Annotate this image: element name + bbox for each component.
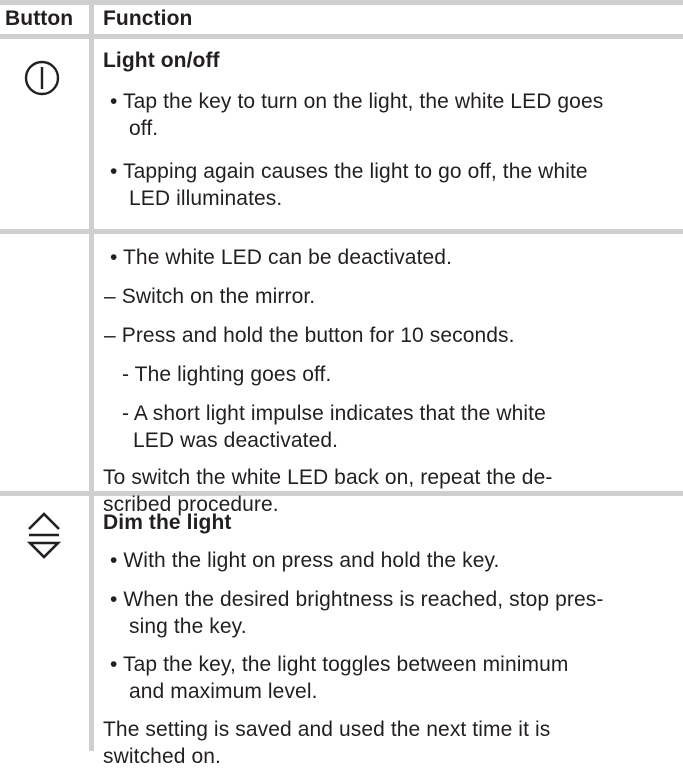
list-item: • Tap the key, the light toggles between…: [110, 653, 569, 676]
power-icon: [22, 58, 62, 103]
header-function: Function: [103, 7, 193, 30]
list-item: – Press and hold the button for 10 secon…: [104, 324, 515, 347]
row-rule-1: [0, 229, 683, 234]
column-divider: [89, 0, 94, 751]
header-button: Button: [5, 7, 74, 30]
list-item: • With the light on press and hold the k…: [110, 549, 500, 572]
list-item: To switch the white LED back on, repeat …: [103, 466, 553, 489]
row-title-light-on-off: Light on/off: [103, 49, 220, 72]
list-item: – Switch on the mirror.: [104, 285, 316, 308]
list-item: The setting is saved and used the next t…: [103, 718, 551, 741]
list-item: • The white LED can be deactivated.: [110, 246, 453, 269]
list-item: • When the desired brightness is reached…: [110, 588, 604, 611]
list-item: - The lighting goes off.: [122, 363, 332, 386]
list-item: LED was deactivated.: [133, 429, 339, 452]
list-item: LED illuminates.: [129, 187, 283, 210]
list-item: sing the key.: [129, 615, 247, 638]
list-item: - A short light impulse indicates that t…: [122, 402, 546, 425]
function-table: Button Function Light on/off • Tap the k…: [0, 0, 683, 768]
up-down-arrows-icon: [26, 510, 62, 567]
row-title-dim-the-light: Dim the light: [103, 511, 232, 534]
header-rule: [0, 34, 683, 39]
list-item: • Tapping again causes the light to go o…: [110, 160, 588, 183]
list-item: off.: [129, 117, 159, 140]
list-item: and maximum level.: [129, 680, 318, 703]
table-top-rule: [0, 0, 683, 5]
list-item: switched on.: [103, 745, 221, 768]
list-item: • Tap the key to turn on the light, the …: [110, 90, 604, 113]
